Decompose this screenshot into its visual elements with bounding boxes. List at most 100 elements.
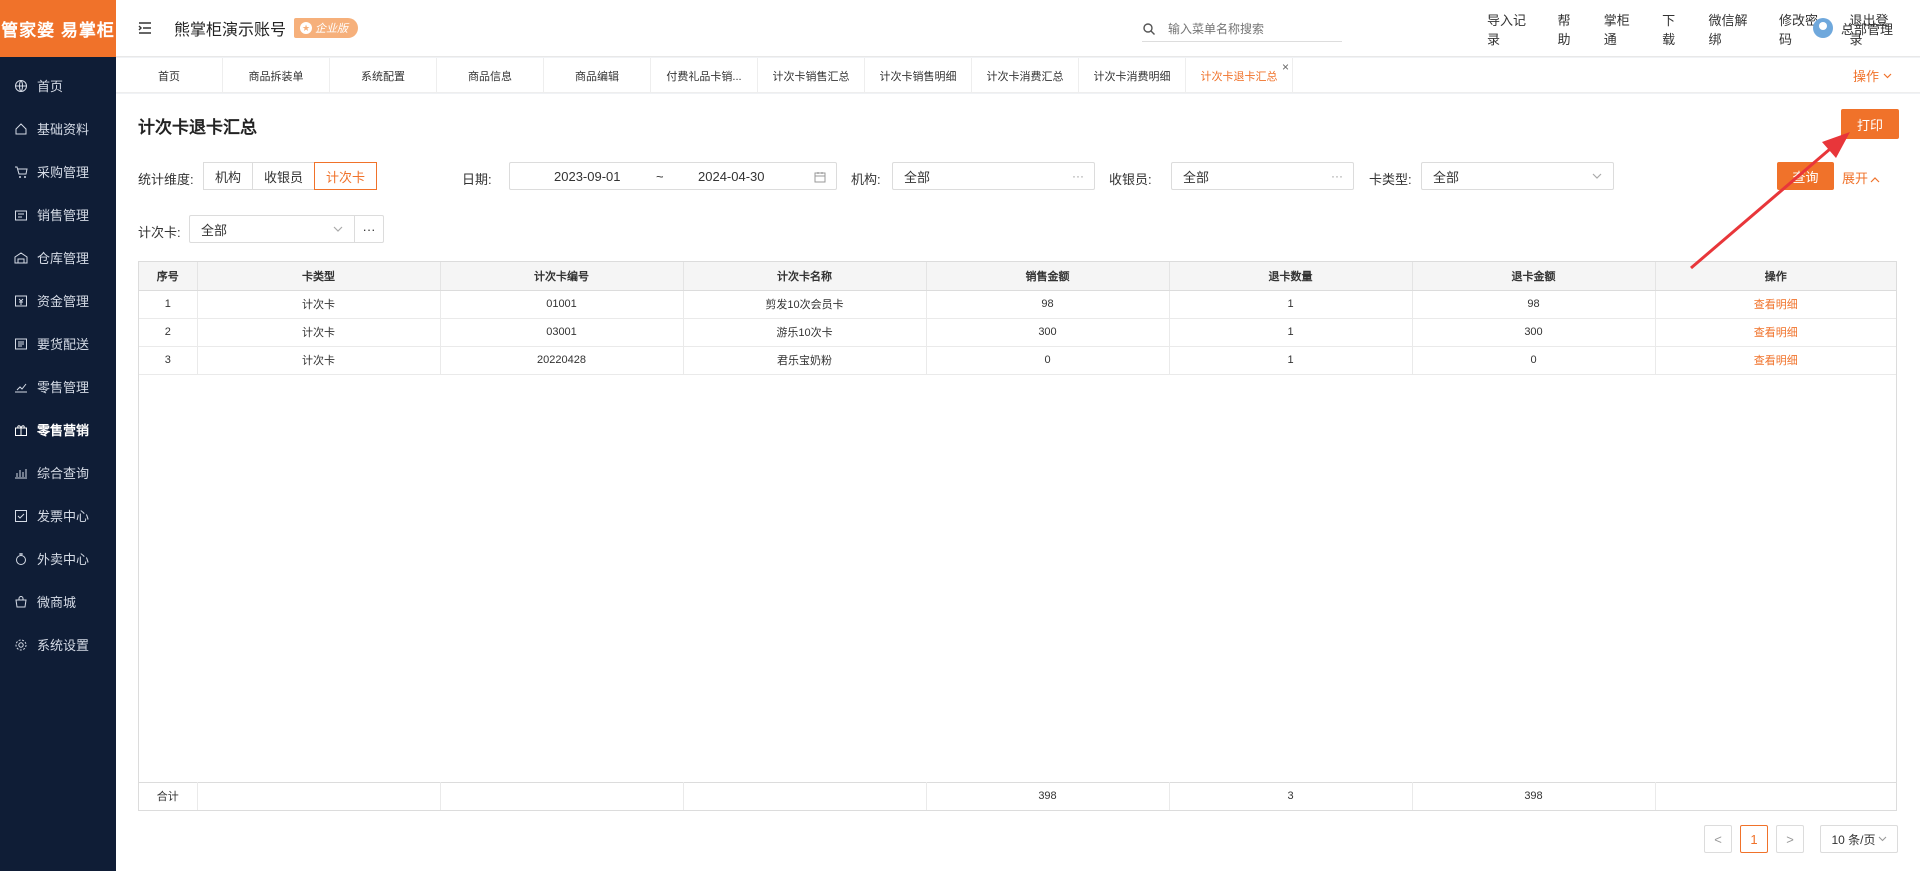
sidebar-item-label: 基础资料 xyxy=(37,122,90,137)
dimension-option[interactable]: 计次卡 xyxy=(314,162,378,190)
column-header[interactable]: 退卡金额 xyxy=(1412,262,1656,291)
view-detail-link[interactable]: 查看明细 xyxy=(1754,355,1798,367)
column-header[interactable]: 计次卡编号 xyxy=(440,262,684,291)
table-cell: 1 xyxy=(1169,318,1413,347)
header-link[interactable]: 微信解绑 xyxy=(1708,10,1757,48)
more-icon: ··· xyxy=(1331,169,1343,183)
expand-toggle[interactable]: 展开 xyxy=(1842,168,1880,187)
table-cell: 计次卡 xyxy=(197,290,441,319)
sidebar-item-label: 首页 xyxy=(37,79,64,94)
ops-label: 操作 xyxy=(1852,69,1879,84)
tab[interactable]: 计次卡消费明细 xyxy=(1079,58,1186,93)
sidebar-item[interactable]: 仓库管理 xyxy=(0,236,116,279)
tab[interactable]: 计次卡退卡汇总 × xyxy=(1186,58,1293,93)
sidebar-item[interactable]: 系统设置 xyxy=(0,623,116,666)
page-size-select[interactable]: 10 条/页 xyxy=(1820,825,1898,853)
app-logo[interactable]: 管家婆 易掌柜 xyxy=(0,0,116,57)
column-header[interactable]: 退卡数量 xyxy=(1169,262,1413,291)
sidebar-item-label: 系统设置 xyxy=(37,638,90,653)
header-link[interactable]: 帮助 xyxy=(1558,10,1582,48)
view-detail-link[interactable]: 查看明细 xyxy=(1754,327,1798,339)
cashier-value: 全部 xyxy=(1183,169,1210,185)
sidebar-item[interactable]: 发票中心 xyxy=(0,494,116,537)
table-cell: 游乐10次卡 xyxy=(683,318,927,347)
tab[interactable]: 计次卡销售明细 xyxy=(865,58,972,93)
user-menu[interactable]: 总部管理 xyxy=(1812,18,1893,38)
header-link[interactable]: 导入记录 xyxy=(1487,10,1536,48)
column-header[interactable]: 序号 xyxy=(139,262,198,291)
page-size-value: 10 条/页 xyxy=(1831,832,1876,847)
table-cell: 1 xyxy=(1169,290,1413,319)
total-amount: 398 xyxy=(1412,782,1656,810)
table-header-row: 序号 卡类型 计次卡编号 计次卡名称 销售金额 退卡数量 退卡金额 操作 xyxy=(139,262,1896,291)
sidebar-item[interactable]: 销售管理 xyxy=(0,193,116,236)
column-header[interactable]: 操作 xyxy=(1655,262,1896,291)
query-button[interactable]: 查询 xyxy=(1777,162,1834,190)
sidebar-item[interactable]: 零售管理 xyxy=(0,365,116,408)
close-icon[interactable]: × xyxy=(1282,60,1289,74)
table-cell: 300 xyxy=(926,318,1170,347)
org-select[interactable]: 全部 ··· xyxy=(892,162,1095,190)
tab[interactable]: 付费礼品卡销... xyxy=(651,58,758,93)
total-cell xyxy=(683,782,927,810)
header-link[interactable]: 掌柜通 xyxy=(1604,10,1640,48)
tab[interactable]: 商品编辑 xyxy=(544,58,651,93)
tab[interactable]: 商品拆装单 xyxy=(223,58,330,93)
menu-search-input[interactable] xyxy=(1168,21,1338,36)
tab[interactable]: 首页 xyxy=(116,58,223,93)
column-header[interactable]: 计次卡名称 xyxy=(683,262,927,291)
tab-label: 计次卡退卡汇总 xyxy=(1200,70,1278,83)
table-cell: 98 xyxy=(926,290,1170,319)
sidebar-item[interactable]: 要货配送 xyxy=(0,322,116,365)
sidebar-item[interactable]: 外卖中心 xyxy=(0,537,116,580)
page-number-button[interactable]: 1 xyxy=(1740,825,1768,853)
tab[interactable]: 计次卡消费汇总 xyxy=(972,58,1079,93)
gear-icon xyxy=(15,639,27,650)
table-cell: 0 xyxy=(1412,346,1656,375)
sidebar-item-label: 采购管理 xyxy=(37,165,90,180)
date-end: 2024-04-30 xyxy=(698,169,765,184)
cashier-select[interactable]: 全部 ··· xyxy=(1171,162,1354,190)
menu-toggle-icon[interactable] xyxy=(138,21,152,35)
sidebar-item[interactable]: 零售营销 xyxy=(0,408,116,451)
next-page-button[interactable]: > xyxy=(1776,825,1804,853)
tab[interactable]: 计次卡销售汇总 xyxy=(758,58,865,93)
table-cell: 3 xyxy=(139,346,198,375)
sidebar-item[interactable]: 资金管理 xyxy=(0,279,116,322)
card-select[interactable]: 全部 xyxy=(189,215,355,243)
sidebar-item[interactable]: 综合查询 xyxy=(0,451,116,494)
view-detail-link[interactable]: 查看明细 xyxy=(1754,299,1798,311)
filter-row-2: 计次卡: 全部 ··· xyxy=(138,215,1920,245)
column-header[interactable]: 卡类型 xyxy=(197,262,441,291)
view-detail-cell: 查看明细 xyxy=(1655,290,1896,319)
sidebar-item[interactable]: 首页 xyxy=(0,64,116,107)
vip-badge: ★ 企业版 xyxy=(294,18,359,38)
sidebar-item[interactable]: 采购管理 xyxy=(0,150,116,193)
sidebar-nav: 首页基础资料采购管理销售管理 仓库管理 资金管理 要货配送 零售管理 零售营销 综合查询 发票… xyxy=(0,57,116,666)
tab[interactable]: 商品信息 xyxy=(437,58,544,93)
tab-operations-button[interactable]: 操作 xyxy=(1853,58,1892,93)
prev-page-button[interactable]: < xyxy=(1704,825,1732,853)
delivery-icon xyxy=(15,338,27,349)
print-button[interactable]: 打印 xyxy=(1841,109,1899,139)
dimension-option[interactable]: 收银员 xyxy=(252,162,316,190)
header-link[interactable]: 下载 xyxy=(1662,10,1686,48)
tab-label: 计次卡销售明细 xyxy=(879,70,957,83)
menu-search xyxy=(1142,16,1342,42)
column-header[interactable]: 销售金额 xyxy=(926,262,1170,291)
view-detail-cell: 查看明细 xyxy=(1655,346,1896,375)
filter-row-1: 统计维度: 机构 收银员 计次卡 日期: 2023-09-01 ~ 2024-04-… xyxy=(138,162,1920,192)
table-total-row: 合计 398 3 398 xyxy=(139,781,1896,810)
card-type-label: 卡类型: xyxy=(1369,172,1412,187)
tab[interactable]: 系统配置 xyxy=(330,58,437,93)
card-more-button[interactable]: ··· xyxy=(354,215,384,243)
date-range-picker[interactable]: 2023-09-01 ~ 2024-04-30 xyxy=(509,162,837,190)
table-cell: 剪发10次会员卡 xyxy=(683,290,927,319)
sidebar-item[interactable]: 基础资料 xyxy=(0,107,116,150)
dimension-option[interactable]: 机构 xyxy=(203,162,254,190)
top-header: 熊掌柜演示账号 ★企业版 导入记录帮助掌柜通下载微信解绑修改密码退出登录 总部管… xyxy=(116,0,1920,57)
total-cell xyxy=(197,782,441,810)
sidebar-item[interactable]: 微商城 xyxy=(0,580,116,623)
card-type-select[interactable]: 全部 xyxy=(1421,162,1614,190)
table-cell: 300 xyxy=(1412,318,1656,347)
